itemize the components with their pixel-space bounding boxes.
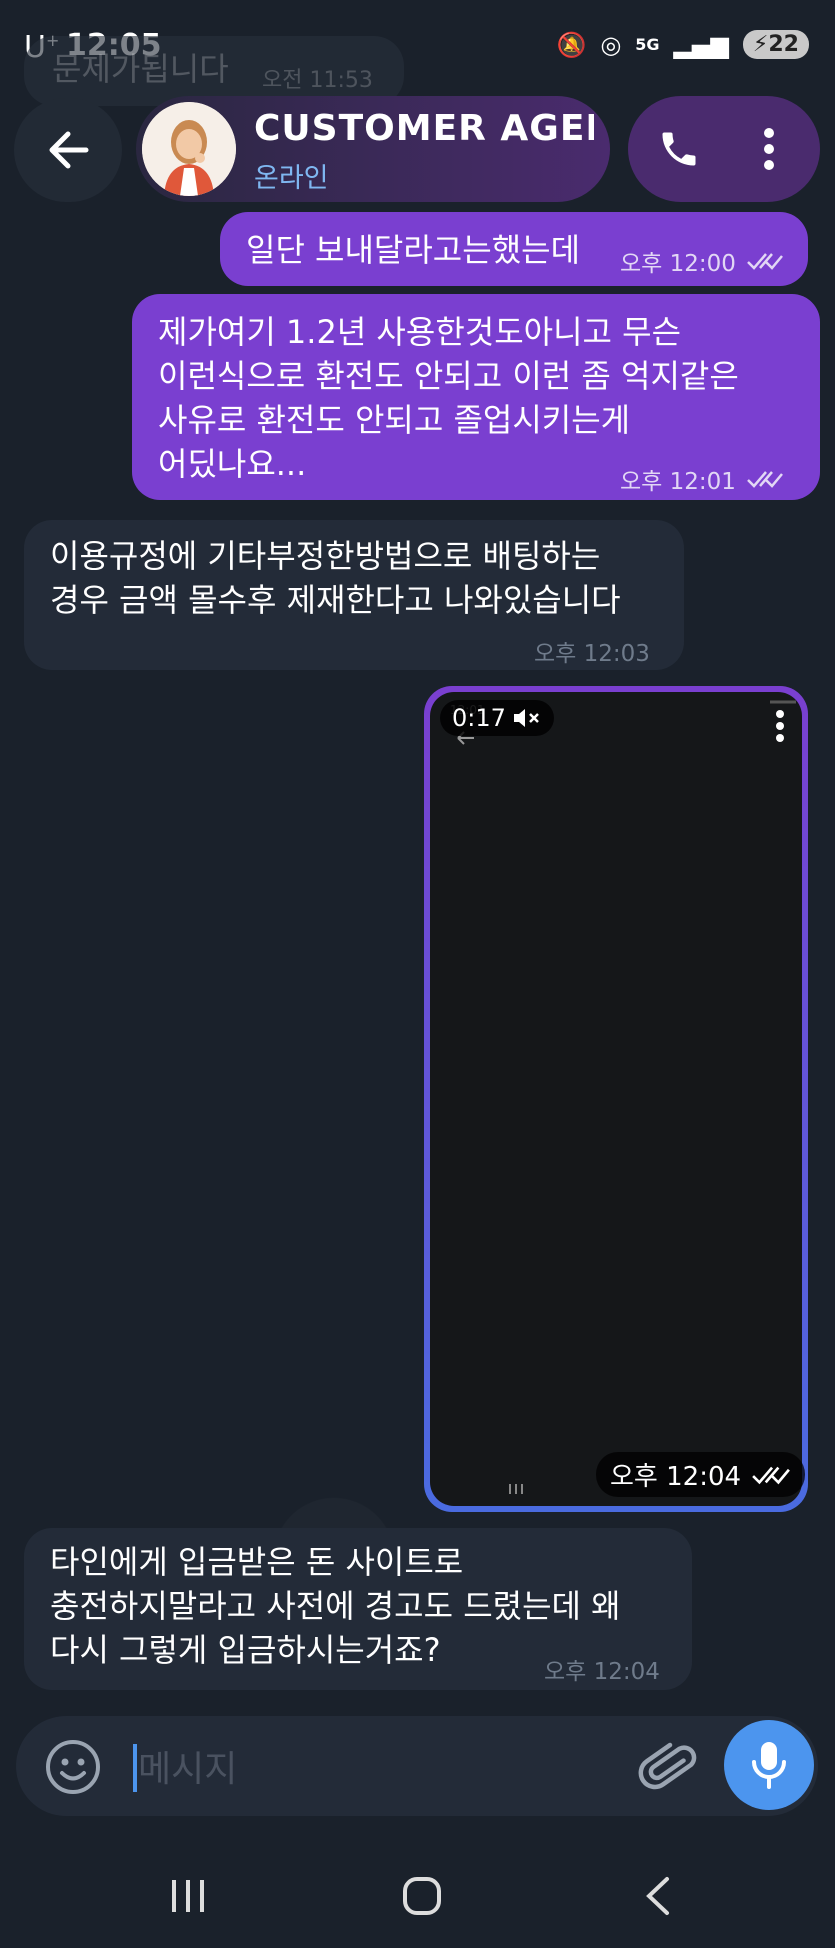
- signal-icon: ▂▄▆: [673, 30, 729, 59]
- avatar[interactable]: [142, 102, 236, 196]
- message-line: 이런식으로 환전도 안되고 이런 좀 억지같은: [158, 357, 739, 395]
- video-duration: 0:17: [440, 700, 554, 736]
- more-vertical-icon: [764, 128, 774, 170]
- previous-message-text: 문제가됩니다: [52, 50, 229, 88]
- video-message-time: 오후 12:04: [596, 1452, 806, 1497]
- emoji-icon: [46, 1740, 100, 1794]
- chevron-left-icon: [646, 1877, 669, 1915]
- message-input[interactable]: [136, 1742, 620, 1796]
- paperclip-icon: [638, 1742, 697, 1790]
- message-line: 경우 금액 몰수후 제재한다고 나와있습니다: [50, 581, 621, 619]
- call-button[interactable]: [650, 120, 708, 178]
- message-line: 이용규정에 기타부정한방법으로 배팅하는: [50, 537, 601, 575]
- home-icon: [403, 1877, 441, 1915]
- video-thumbnail[interactable]: 12:01: [430, 692, 802, 1506]
- navigation-bar: [0, 1848, 835, 1948]
- message-time: 오후 12:01: [620, 462, 784, 496]
- more-button[interactable]: [744, 120, 794, 178]
- hotspot-icon: ◎: [600, 30, 622, 59]
- recent-apps-button[interactable]: [158, 1866, 218, 1926]
- microphone-icon: [752, 1742, 786, 1789]
- message-text: 일단 보내달라고는했는데: [246, 231, 581, 269]
- message-text: 제가여기 1.2년 사용한것도아니고 무슨 이런식으로 환전도 안되고 이런 좀…: [158, 310, 739, 486]
- message-text: 이용규정에 기타부정한방법으로 배팅하는 경우 금액 몰수후 제재한다고 나와있…: [50, 534, 621, 622]
- recents-icon: [172, 1880, 204, 1912]
- double-check-icon: [747, 471, 783, 488]
- attach-button[interactable]: [636, 1736, 700, 1800]
- arrow-left-icon: [49, 131, 89, 169]
- message-line: 충전하지말라고 사전에 경고도 드렸는데 왜: [50, 1587, 621, 1625]
- phone-icon: [662, 132, 696, 166]
- mute-icon: 🔕: [556, 30, 587, 59]
- battery-level: 22: [768, 32, 799, 57]
- message-time: 오후 12:00: [620, 244, 784, 278]
- back-button[interactable]: [14, 98, 122, 202]
- message-line: 제가여기 1.2년 사용한것도아니고 무슨: [158, 313, 682, 351]
- back-nav-button[interactable]: [628, 1866, 688, 1926]
- message-time: 오후 12:04: [544, 1659, 660, 1685]
- home-button[interactable]: [392, 1866, 452, 1926]
- message-line: 사유로 환전도 안되고 졸업시키는게: [158, 401, 631, 439]
- emoji-button[interactable]: [44, 1738, 102, 1796]
- double-check-icon: [747, 253, 783, 270]
- online-status: 온라인: [254, 163, 329, 194]
- message-line: 타인에게 입금받은 돈 사이트로: [50, 1543, 464, 1581]
- message-time: 오후 12:03: [534, 641, 650, 667]
- mic-button[interactable]: [724, 1720, 814, 1810]
- battery-icon: ⚡22: [742, 30, 809, 59]
- previous-message-time: 오전 11:53: [262, 68, 373, 93]
- double-check-icon: [752, 1466, 790, 1484]
- message-line: 다시 그렇게 입금하시는거죠?: [50, 1631, 441, 1669]
- chat-title: CUSTOMER AGEN: [254, 108, 594, 149]
- muted-speaker-icon: [513, 709, 539, 727]
- status-icons: 🔕 ◎ 5G ▂▄▆ ⚡22: [556, 30, 809, 59]
- message-text: 타인에게 입금받은 돈 사이트로 충전하지말라고 사전에 경고도 드렸는데 왜 …: [50, 1540, 621, 1672]
- network-type: 5G: [635, 35, 660, 54]
